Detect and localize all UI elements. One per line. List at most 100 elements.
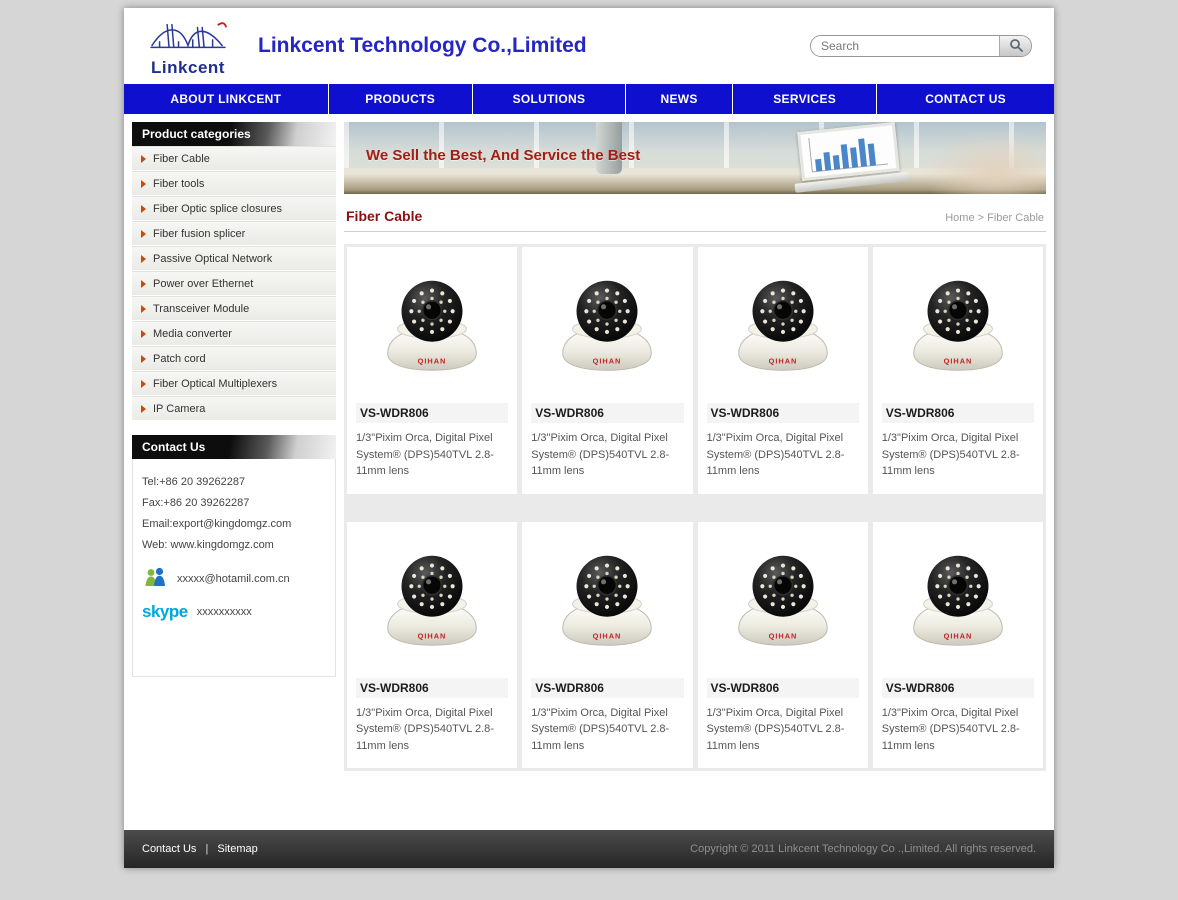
product-description: 1/3"Pixim Orca, Digital Pixel System® (D… — [882, 705, 1034, 755]
category-item[interactable]: Fiber tools — [132, 171, 336, 196]
nav-item[interactable]: SOLUTIONS — [473, 84, 626, 114]
product-card: QIHAN VS-WDR806 1/3"Pixim Orca, Digital … — [698, 522, 868, 769]
product-description: 1/3"Pixim Orca, Digital Pixel System® (D… — [531, 705, 683, 755]
category-arrow-icon — [141, 305, 146, 313]
breadcrumb-home[interactable]: Home — [945, 212, 974, 224]
product-card: QIHAN VS-WDR806 1/3"Pixim Orca, Digital … — [698, 247, 868, 494]
category-item[interactable]: Fiber Cable — [132, 146, 336, 171]
product-card: QIHAN VS-WDR806 1/3"Pixim Orca, Digital … — [522, 247, 692, 494]
camera-brand-text: QIHAN — [944, 631, 973, 640]
category-arrow-icon — [141, 280, 146, 288]
product-categories-header: Product categories — [132, 122, 336, 146]
category-label: Fiber Optic splice closures — [153, 203, 282, 215]
product-image[interactable]: QIHAN — [356, 255, 508, 397]
category-item[interactable]: Passive Optical Network — [132, 246, 336, 271]
category-label: Passive Optical Network — [153, 253, 272, 265]
product-card: QIHAN VS-WDR806 1/3"Pixim Orca, Digital … — [873, 247, 1043, 494]
company-name: Linkcent Technology Co.,Limited — [258, 34, 587, 58]
category-arrow-icon — [141, 155, 146, 163]
category-arrow-icon — [141, 380, 146, 388]
product-image[interactable]: QIHAN — [707, 255, 859, 397]
product-image[interactable]: QIHAN — [531, 530, 683, 672]
product-name-link[interactable]: VS-WDR806 — [531, 678, 683, 698]
category-arrow-icon — [141, 355, 146, 363]
product-description: 1/3"Pixim Orca, Digital Pixel System® (D… — [531, 430, 683, 480]
page-title-row: Fiber Cable Home > Fiber Cable — [344, 194, 1046, 232]
contact-lines: Tel:+86 20 39262287 Fax:+86 20 39262287 … — [142, 471, 326, 555]
product-description: 1/3"Pixim Orca, Digital Pixel System® (D… — [707, 430, 859, 480]
product-name-link[interactable]: VS-WDR806 — [882, 678, 1034, 698]
product-image[interactable]: QIHAN — [882, 530, 1034, 672]
contact-line: Web: www.kingdomgz.com — [142, 534, 326, 555]
hero-banner: We Sell the Best, And Service the Best — [344, 122, 1046, 194]
nav-item[interactable]: ABOUT LINKCENT — [124, 84, 329, 114]
product-image[interactable]: QIHAN — [882, 255, 1034, 397]
contact-line: Fax:+86 20 39262287 — [142, 492, 326, 513]
skype-row: skype xxxxxxxxxx — [142, 602, 326, 622]
product-card: QIHAN VS-WDR806 1/3"Pixim Orca, Digital … — [347, 522, 517, 769]
banner-person-decoration — [921, 130, 1046, 194]
product-name-link[interactable]: VS-WDR806 — [707, 678, 859, 698]
category-item[interactable]: Fiber Optic splice closures — [132, 196, 336, 221]
category-item[interactable]: Media converter — [132, 321, 336, 346]
main-column: We Sell the Best, And Service the Best F… — [344, 122, 1046, 822]
category-arrow-icon — [141, 255, 146, 263]
category-label: IP Camera — [153, 403, 205, 415]
category-item[interactable]: Fiber Optical Multiplexers — [132, 371, 336, 396]
category-arrow-icon — [141, 330, 146, 338]
category-label: Patch cord — [153, 353, 206, 365]
footer-link-separator: | — [205, 843, 208, 855]
category-label: Transceiver Module — [153, 303, 249, 315]
product-name-link[interactable]: VS-WDR806 — [531, 403, 683, 423]
search-button[interactable] — [999, 36, 1031, 56]
sidebar: Product categories Fiber Cable Fiber too… — [132, 122, 336, 822]
product-image[interactable]: QIHAN — [531, 255, 683, 397]
copyright-text: Copyright © 2011 Linkcent Technology Co … — [690, 843, 1036, 855]
product-image[interactable]: QIHAN — [707, 530, 859, 672]
search-input[interactable] — [811, 36, 999, 56]
camera-brand-text: QIHAN — [593, 356, 622, 365]
category-label: Fiber fusion splicer — [153, 228, 245, 240]
product-description: 1/3"Pixim Orca, Digital Pixel System® (D… — [356, 430, 508, 480]
category-arrow-icon — [141, 230, 146, 238]
camera-brand-text: QIHAN — [593, 631, 622, 640]
product-card: QIHAN VS-WDR806 1/3"Pixim Orca, Digital … — [522, 522, 692, 769]
category-label: Power over Ethernet — [153, 278, 253, 290]
category-label: Fiber tools — [153, 178, 204, 190]
product-card: QIHAN VS-WDR806 1/3"Pixim Orca, Digital … — [347, 247, 517, 494]
product-name-link[interactable]: VS-WDR806 — [356, 403, 508, 423]
product-name-link[interactable]: VS-WDR806 — [882, 403, 1034, 423]
footer-link-contact-us[interactable]: Contact Us — [142, 843, 196, 855]
nav-item[interactable]: NEWS — [626, 84, 733, 114]
camera-brand-text: QIHAN — [944, 356, 973, 365]
product-name-link[interactable]: VS-WDR806 — [356, 678, 508, 698]
skype-logo: skype — [142, 602, 188, 622]
banner-laptop-decoration — [797, 122, 901, 192]
product-card: QIHAN VS-WDR806 1/3"Pixim Orca, Digital … — [873, 522, 1043, 769]
footer-link-sitemap[interactable]: Sitemap — [217, 843, 257, 855]
header: Linkcent Linkcent Technology Co.,Limited — [124, 8, 1054, 84]
product-description: 1/3"Pixim Orca, Digital Pixel System® (D… — [882, 430, 1034, 480]
contact-line: Email:export@kingdomgz.com — [142, 513, 326, 534]
camera-brand-text: QIHAN — [418, 631, 447, 640]
product-image[interactable]: QIHAN — [356, 530, 508, 672]
product-name-link[interactable]: VS-WDR806 — [707, 403, 859, 423]
bridge-logo-icon — [148, 42, 228, 59]
product-description: 1/3"Pixim Orca, Digital Pixel System® (D… — [356, 705, 508, 755]
category-item[interactable]: Power over Ethernet — [132, 271, 336, 296]
category-item[interactable]: Patch cord — [132, 346, 336, 371]
logo-text: Linkcent — [124, 58, 252, 78]
skype-id: xxxxxxxxxx — [197, 606, 252, 618]
company-logo[interactable]: Linkcent — [124, 15, 252, 78]
nav-item[interactable]: SERVICES — [733, 84, 877, 114]
category-item[interactable]: Transceiver Module — [132, 296, 336, 321]
banner-slogan: We Sell the Best, And Service the Best — [366, 147, 640, 164]
category-item[interactable]: Fiber fusion splicer — [132, 221, 336, 246]
nav-item[interactable]: PRODUCTS — [329, 84, 473, 114]
msn-row: xxxxx@hotamil.com.cn — [142, 565, 326, 592]
breadcrumb: Home > Fiber Cable — [945, 212, 1044, 224]
page-title: Fiber Cable — [346, 208, 422, 224]
category-item[interactable]: IP Camera — [132, 396, 336, 421]
nav-item[interactable]: CONTACT US — [877, 84, 1054, 114]
search-bar — [810, 35, 1032, 57]
